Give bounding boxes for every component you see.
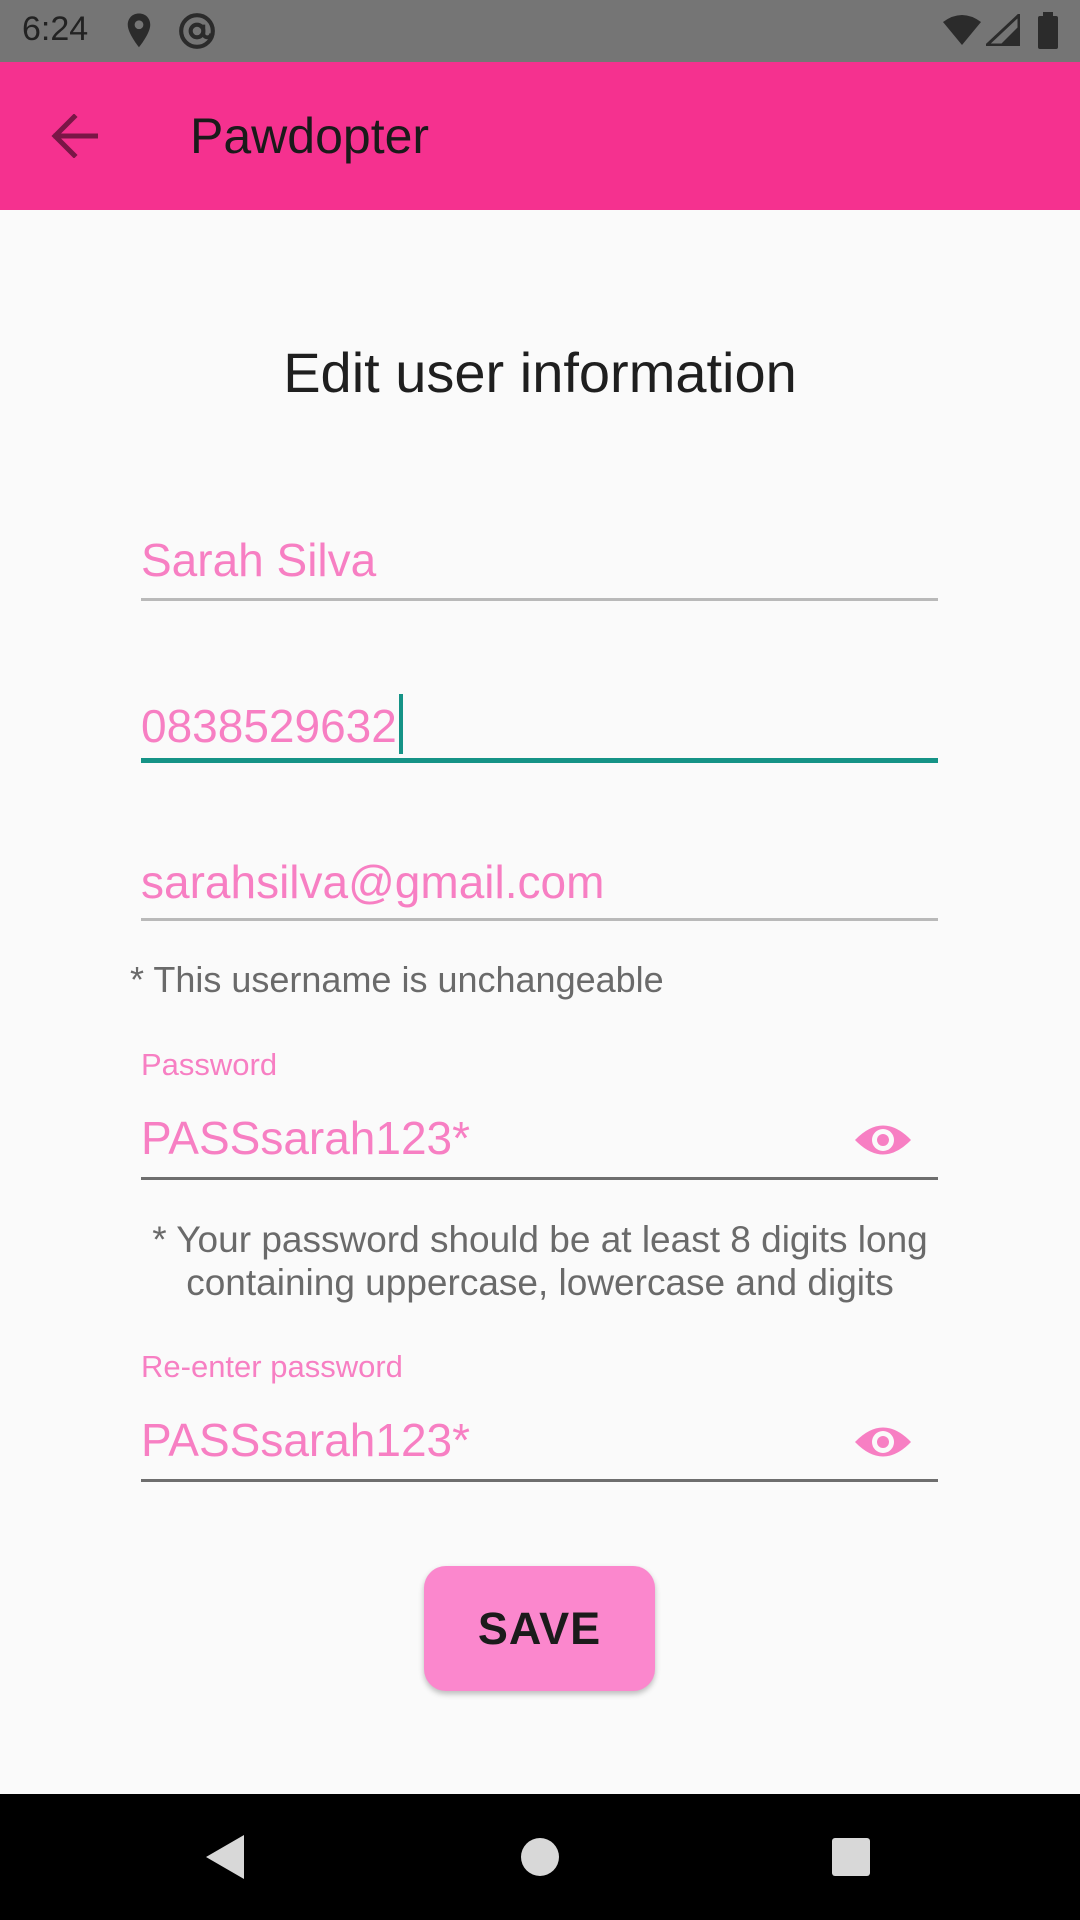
phone-input-text: 0838529632 — [141, 700, 397, 752]
eye-icon — [855, 1125, 911, 1155]
password-field[interactable]: Password PASSsarah123* — [141, 1044, 938, 1180]
app-title: Pawdopter — [190, 108, 430, 164]
password-visibility-toggle[interactable] — [847, 1110, 919, 1170]
text-cursor — [398, 694, 403, 754]
wifi-icon — [942, 14, 982, 51]
password-input[interactable]: PASSsarah123* — [141, 1110, 470, 1166]
back-triangle-icon — [206, 1835, 244, 1879]
navigation-bar — [0, 1794, 1080, 1920]
reenter-password-input[interactable]: PASSsarah123* — [141, 1412, 470, 1468]
username-note: * This username is unchangeable — [130, 959, 664, 1000]
reenter-password-label: Re-enter password — [141, 1349, 403, 1384]
page-title: Edit user information — [283, 341, 797, 404]
reenter-password-field[interactable]: Re-enter password PASSsarah123* — [141, 1346, 938, 1482]
email-input[interactable]: sarahsilva@gmail.com — [141, 854, 604, 910]
at-sign-icon — [178, 12, 216, 55]
nav-back-button[interactable] — [190, 1824, 260, 1890]
reenter-visibility-toggle[interactable] — [847, 1412, 919, 1472]
name-field[interactable]: Sarah Silva — [141, 530, 938, 604]
status-time: 6:24 — [22, 10, 89, 48]
save-button[interactable]: SAVE — [424, 1566, 655, 1691]
arrow-back-icon — [51, 114, 98, 158]
phone-field[interactable]: 0838529632 — [141, 690, 938, 766]
back-button[interactable] — [30, 102, 118, 170]
location-icon — [124, 12, 154, 55]
phone-input[interactable]: 0838529632 — [141, 694, 403, 754]
name-underline — [141, 598, 938, 601]
screen: 6:24 Pawdopter Edit user information Sar… — [0, 0, 1080, 1920]
signal-icon — [983, 11, 1021, 51]
status-bar: 6:24 — [0, 0, 1080, 62]
home-circle-icon — [521, 1838, 559, 1876]
name-input[interactable]: Sarah Silva — [141, 532, 376, 588]
email-underline — [141, 918, 938, 921]
battery-icon — [1036, 12, 1060, 55]
nav-home-button[interactable] — [505, 1824, 575, 1890]
password-hint: * Your password should be at least 8 dig… — [152, 1219, 928, 1303]
password-underline — [141, 1177, 938, 1180]
reenter-password-underline — [141, 1479, 938, 1482]
app-bar: Pawdopter — [0, 62, 1080, 210]
nav-recents-button[interactable] — [816, 1824, 886, 1890]
eye-icon — [855, 1427, 911, 1457]
recents-square-icon — [832, 1838, 870, 1876]
email-field[interactable]: sarahsilva@gmail.com — [141, 852, 938, 922]
phone-underline — [141, 758, 938, 763]
password-label: Password — [141, 1047, 278, 1082]
